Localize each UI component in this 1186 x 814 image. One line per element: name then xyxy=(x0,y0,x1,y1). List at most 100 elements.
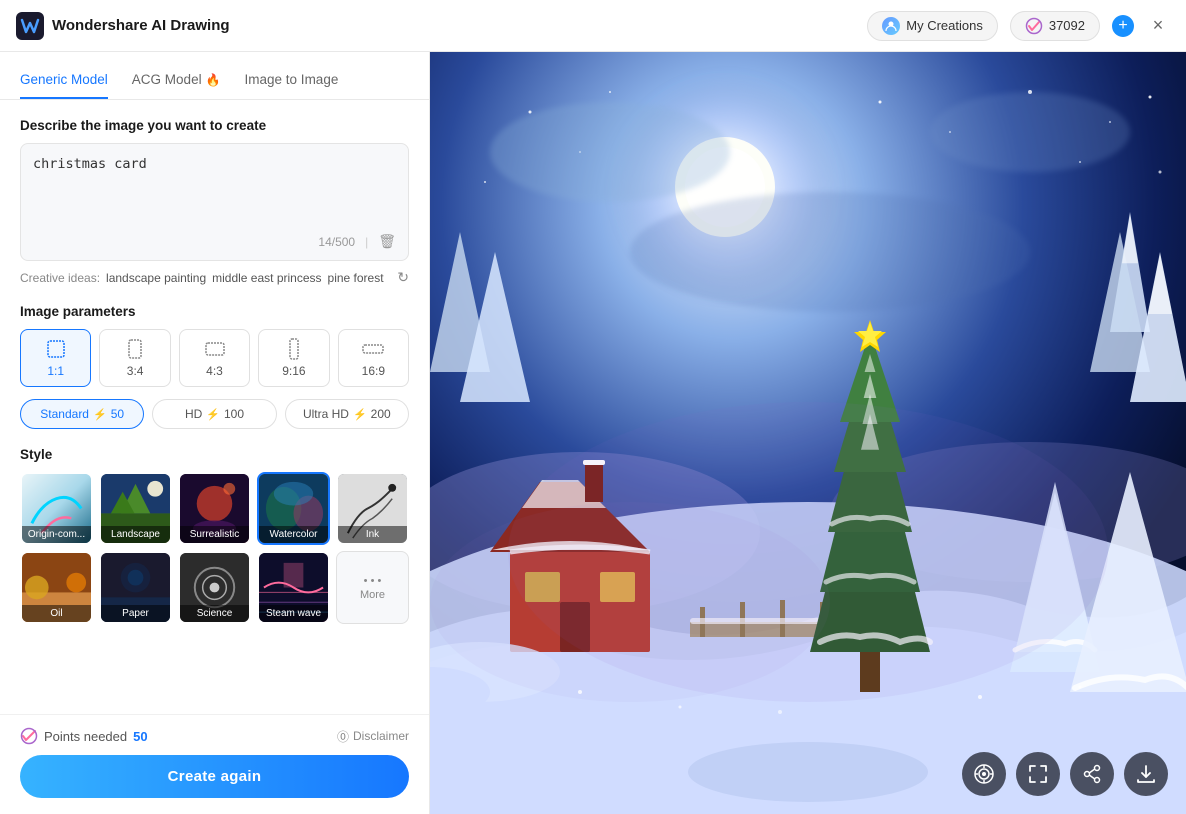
quality-hd-button[interactable]: HD ⚡ 100 xyxy=(152,399,276,429)
style-surrealistic-thumb: Surrealistic xyxy=(180,474,249,543)
style-landscape-label: Landscape xyxy=(101,526,170,543)
style-science-button[interactable]: Science xyxy=(178,551,251,624)
credits-icon xyxy=(1025,17,1043,35)
style-steamwave-label: Steam wave xyxy=(259,605,328,622)
creative-tag-0[interactable]: landscape painting xyxy=(106,271,206,285)
credits-button[interactable]: 37092 xyxy=(1010,11,1100,41)
ratio-4-3-button[interactable]: 4:3 xyxy=(179,329,250,387)
left-panel: Generic Model ACG Model 🔥 Image to Image… xyxy=(0,52,430,814)
creative-tag-1[interactable]: middle east princess xyxy=(212,271,321,285)
header-actions: My Creations 37092 + × xyxy=(867,11,1170,41)
prompt-section-label: Describe the image you want to create xyxy=(20,118,409,133)
quality-uhd-button[interactable]: Ultra HD ⚡ 200 xyxy=(285,399,409,429)
style-landscape-thumb: Landscape xyxy=(101,474,170,543)
creative-ideas: Creative ideas: landscape painting middl… xyxy=(20,269,409,286)
disclaimer-button[interactable]: ⓪ Disclaimer xyxy=(337,728,409,745)
quality-buttons: Standard ⚡ 50 HD ⚡ 100 Ultra HD ⚡ 200 xyxy=(20,399,409,429)
quality-hd-icon: ⚡ xyxy=(206,408,220,421)
style-oil-thumb: Oil xyxy=(22,553,91,622)
style-landscape-button[interactable]: Landscape xyxy=(99,472,172,545)
ratio-3-4-button[interactable]: 3:4 xyxy=(99,329,170,387)
style-origin-thumb: Origin-com... xyxy=(22,474,91,543)
quality-uhd-icon: ⚡ xyxy=(353,408,367,421)
ratio-9-16-button[interactable]: 9:16 xyxy=(258,329,329,387)
prompt-input[interactable]: christmas card xyxy=(33,154,396,224)
style-steamwave-thumb: Steam wave xyxy=(259,553,328,622)
quality-standard-icon: ⚡ xyxy=(93,408,107,421)
image-params-section: Image parameters 1:1 xyxy=(20,304,409,429)
points-row: Points needed 50 ⓪ Disclaimer xyxy=(20,727,409,745)
style-section: Style xyxy=(20,447,409,624)
style-steamwave-button[interactable]: Steam wave xyxy=(257,551,330,624)
right-panel xyxy=(430,52,1186,814)
ratio-16-9-icon xyxy=(362,338,384,360)
ratio-16-9-button[interactable]: 16:9 xyxy=(338,329,409,387)
style-section-label: Style xyxy=(20,447,409,462)
app-branding: Wondershare AI Drawing xyxy=(16,12,230,40)
generated-image xyxy=(430,52,1186,814)
ratio-1-1-button[interactable]: 1:1 xyxy=(20,329,91,387)
style-watercolor-thumb: Watercolor xyxy=(259,474,328,543)
tab-image-to-image[interactable]: Image to Image xyxy=(245,64,339,99)
acg-badge: 🔥 xyxy=(206,73,221,87)
add-credits-button[interactable]: + xyxy=(1112,15,1134,37)
fullscreen-button[interactable] xyxy=(1016,752,1060,796)
ratio-grid: 1:1 3:4 4:3 xyxy=(20,329,409,387)
tab-acg-model[interactable]: ACG Model 🔥 xyxy=(132,64,221,99)
style-origin-button[interactable]: Origin-com... xyxy=(20,472,93,545)
my-creations-label: My Creations xyxy=(906,18,983,33)
style-surrealistic-label: Surrealistic xyxy=(180,526,249,543)
style-ink-thumb: Ink xyxy=(338,474,407,543)
creative-ideas-label: Creative ideas: xyxy=(20,271,100,285)
title-bar: Wondershare AI Drawing My Creations 3709… xyxy=(0,0,1186,52)
creations-icon xyxy=(882,17,900,35)
style-oil-label: Oil xyxy=(22,605,91,622)
style-paper-label: Paper xyxy=(101,605,170,622)
style-paper-button[interactable]: Paper xyxy=(99,551,172,624)
close-button[interactable]: × xyxy=(1146,14,1170,38)
ratio-4-3-icon xyxy=(204,338,226,360)
style-watercolor-button[interactable]: Watercolor xyxy=(257,472,330,545)
share-button[interactable] xyxy=(1070,752,1114,796)
my-creations-button[interactable]: My Creations xyxy=(867,11,998,41)
style-grid: Origin-com... Landscap xyxy=(20,472,409,624)
creative-tag-2[interactable]: pine forest xyxy=(328,271,384,285)
bottom-bar: Points needed 50 ⓪ Disclaimer Create aga… xyxy=(0,714,429,814)
tab-bar: Generic Model ACG Model 🔥 Image to Image xyxy=(0,52,429,100)
ratio-1-1-icon xyxy=(45,338,67,360)
points-value: 50 xyxy=(133,729,147,744)
style-watercolor-label: Watercolor xyxy=(259,526,328,543)
main-content: Generic Model ACG Model 🔥 Image to Image… xyxy=(0,52,1186,814)
download-button[interactable] xyxy=(1124,752,1168,796)
style-science-label: Science xyxy=(180,605,249,622)
style-science-thumb: Science xyxy=(180,553,249,622)
create-again-button[interactable]: Create again xyxy=(20,755,409,798)
image-actions xyxy=(962,752,1168,796)
ratio-3-4-icon xyxy=(124,338,146,360)
panel-body: Describe the image you want to create ch… xyxy=(0,100,429,714)
points-needed-label: Points needed xyxy=(44,729,127,744)
points-icon xyxy=(20,727,38,745)
clear-prompt-button[interactable]: 🗑 xyxy=(378,233,396,250)
app-logo-icon xyxy=(16,12,44,40)
style-ink-button[interactable]: Ink xyxy=(336,472,409,545)
char-count: 14/500 xyxy=(318,235,355,249)
style-paper-thumb: Paper xyxy=(101,553,170,622)
params-section-label: Image parameters xyxy=(20,304,409,319)
tab-generic-model[interactable]: Generic Model xyxy=(20,64,108,99)
more-label: More xyxy=(360,589,385,601)
app-title: Wondershare AI Drawing xyxy=(52,17,230,34)
refresh-ideas-button[interactable]: ↻ xyxy=(397,269,409,286)
style-oil-button[interactable]: Oil xyxy=(20,551,93,624)
style-surrealistic-button[interactable]: Surrealistic xyxy=(178,472,251,545)
style-more-button[interactable]: • • • More xyxy=(336,551,409,624)
enhance-button[interactable] xyxy=(962,752,1006,796)
quality-standard-button[interactable]: Standard ⚡ 50 xyxy=(20,399,144,429)
prompt-container: christmas card 14/500 | 🗑 xyxy=(20,143,409,261)
prompt-footer: 14/500 | 🗑 xyxy=(33,233,396,250)
style-origin-label: Origin-com... xyxy=(22,526,91,543)
style-ink-label: Ink xyxy=(338,526,407,543)
ratio-9-16-icon xyxy=(283,338,305,360)
points-info: Points needed 50 xyxy=(20,727,148,745)
credits-value: 37092 xyxy=(1049,18,1085,33)
